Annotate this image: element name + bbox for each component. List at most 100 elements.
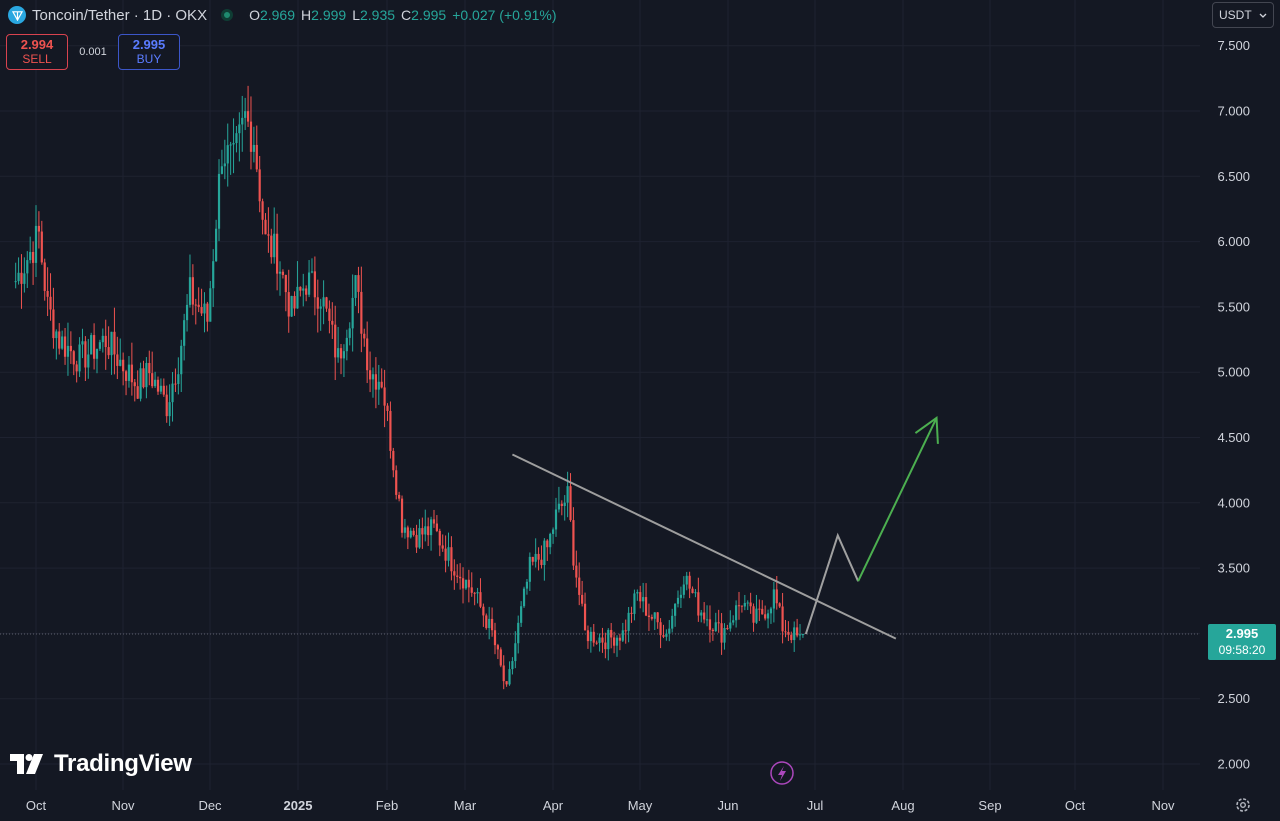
candle-body [357,275,360,292]
currency-select[interactable]: USDT [1212,2,1274,28]
candle-body [345,337,348,352]
candle-body [511,661,514,670]
candle-body [787,631,790,635]
y-tick-label: 5.500 [1217,299,1250,314]
candle-body [337,348,340,358]
candle-body [473,592,476,594]
candle-body [116,354,119,366]
candle-body [93,335,96,359]
candle-body [241,117,244,125]
candle-body [592,631,595,643]
candle-body [586,630,590,642]
candle-body [363,333,366,339]
market-status-dot[interactable] [221,9,234,21]
candle-body [569,486,572,521]
ohlc-value: 2.969 [259,7,296,23]
settings-gear-icon[interactable] [1234,796,1252,814]
price-change: +0.027 (+0.91%) [452,7,557,23]
candle-body [290,295,293,317]
candle-body [142,368,145,388]
candle-body [528,556,531,582]
candle-body [784,631,787,633]
candle-body [781,606,784,632]
candle-body [485,615,488,629]
candle-body [665,633,668,637]
currency-value: USDT [1219,8,1252,22]
tradingview-logo[interactable]: TradingView [10,750,192,778]
candle-body [371,374,375,380]
y-tick-label: 7.500 [1217,38,1250,53]
buy-button[interactable]: 2.995 BUY [118,34,180,70]
candle-body [183,320,186,346]
candle-body [624,630,627,632]
candle-body [534,553,537,562]
candle-body [522,588,526,607]
price-chart[interactable]: 2.0002.5003.0003.5004.0004.5005.0005.500… [0,0,1280,821]
grid-lines [0,0,1200,790]
candle-body [400,498,404,533]
candle-body [281,271,285,275]
candle-body [264,219,267,235]
candle-body [273,233,276,258]
y-tick-label: 3.500 [1217,561,1250,576]
x-tick-label: 2025 [284,798,313,813]
candle-body [232,143,235,145]
candle-body [740,605,744,607]
candle-body [546,540,549,548]
candle-body [796,627,799,636]
candle-body [418,528,421,548]
candle-body [258,169,261,202]
candle-body [398,494,401,499]
candle-body [735,605,738,621]
x-tick-label: Dec [198,798,222,813]
x-axis: Oct Nov Dec 2025 Feb Mar Apr May Jun Jul Aug Sep Oct… [26,798,1175,813]
bar-countdown: 09:58:20 [1218,643,1266,657]
candle-body [348,328,351,338]
candle-body [755,608,758,623]
candle-body [659,622,662,636]
symbol-title[interactable]: Toncoin/Tether · 1D · OKX [32,7,207,24]
candle-body [244,111,247,118]
toncoin-icon [8,6,26,24]
candle-body [154,379,157,387]
candle-body [34,225,38,263]
candle-body [409,530,412,538]
x-tick-label: Feb [376,798,398,813]
ohlc-key: L [352,7,360,23]
candle-body [772,589,775,609]
chevron-down-icon [1259,8,1267,22]
candle-body [729,622,732,629]
candle-body [159,385,163,392]
candle-body [84,341,87,368]
candle-body [493,630,497,646]
candle-body [421,528,424,535]
candle-body [793,627,796,641]
candle-body [110,331,113,356]
x-tick-label: Oct [26,798,47,813]
y-tick-label: 7.000 [1217,104,1250,119]
tradingview-logo-icon [10,754,43,774]
candle-body [267,234,270,236]
candle-body [206,303,209,322]
candle-body [752,606,755,623]
candle-body [180,345,183,375]
candle-body [705,619,709,621]
sell-button[interactable]: 2.994 SELL [6,34,68,70]
candle-body [261,201,264,220]
candle-body [249,121,253,152]
lightning-event-icon[interactable] [770,761,794,785]
candle-body [392,450,395,471]
candle-body [554,509,558,530]
candle-body [194,304,197,306]
candle-body [270,235,273,258]
candle-body [368,370,372,380]
candle-body [560,503,563,507]
candle-body [331,320,334,325]
candle-body [578,577,581,595]
candle-body [220,166,224,174]
candle-body [119,359,122,366]
last-price-label: 2.995 09:58:20 [1208,624,1276,660]
candle-body [319,306,322,309]
candle-body [29,251,32,261]
candle-body [461,578,465,589]
